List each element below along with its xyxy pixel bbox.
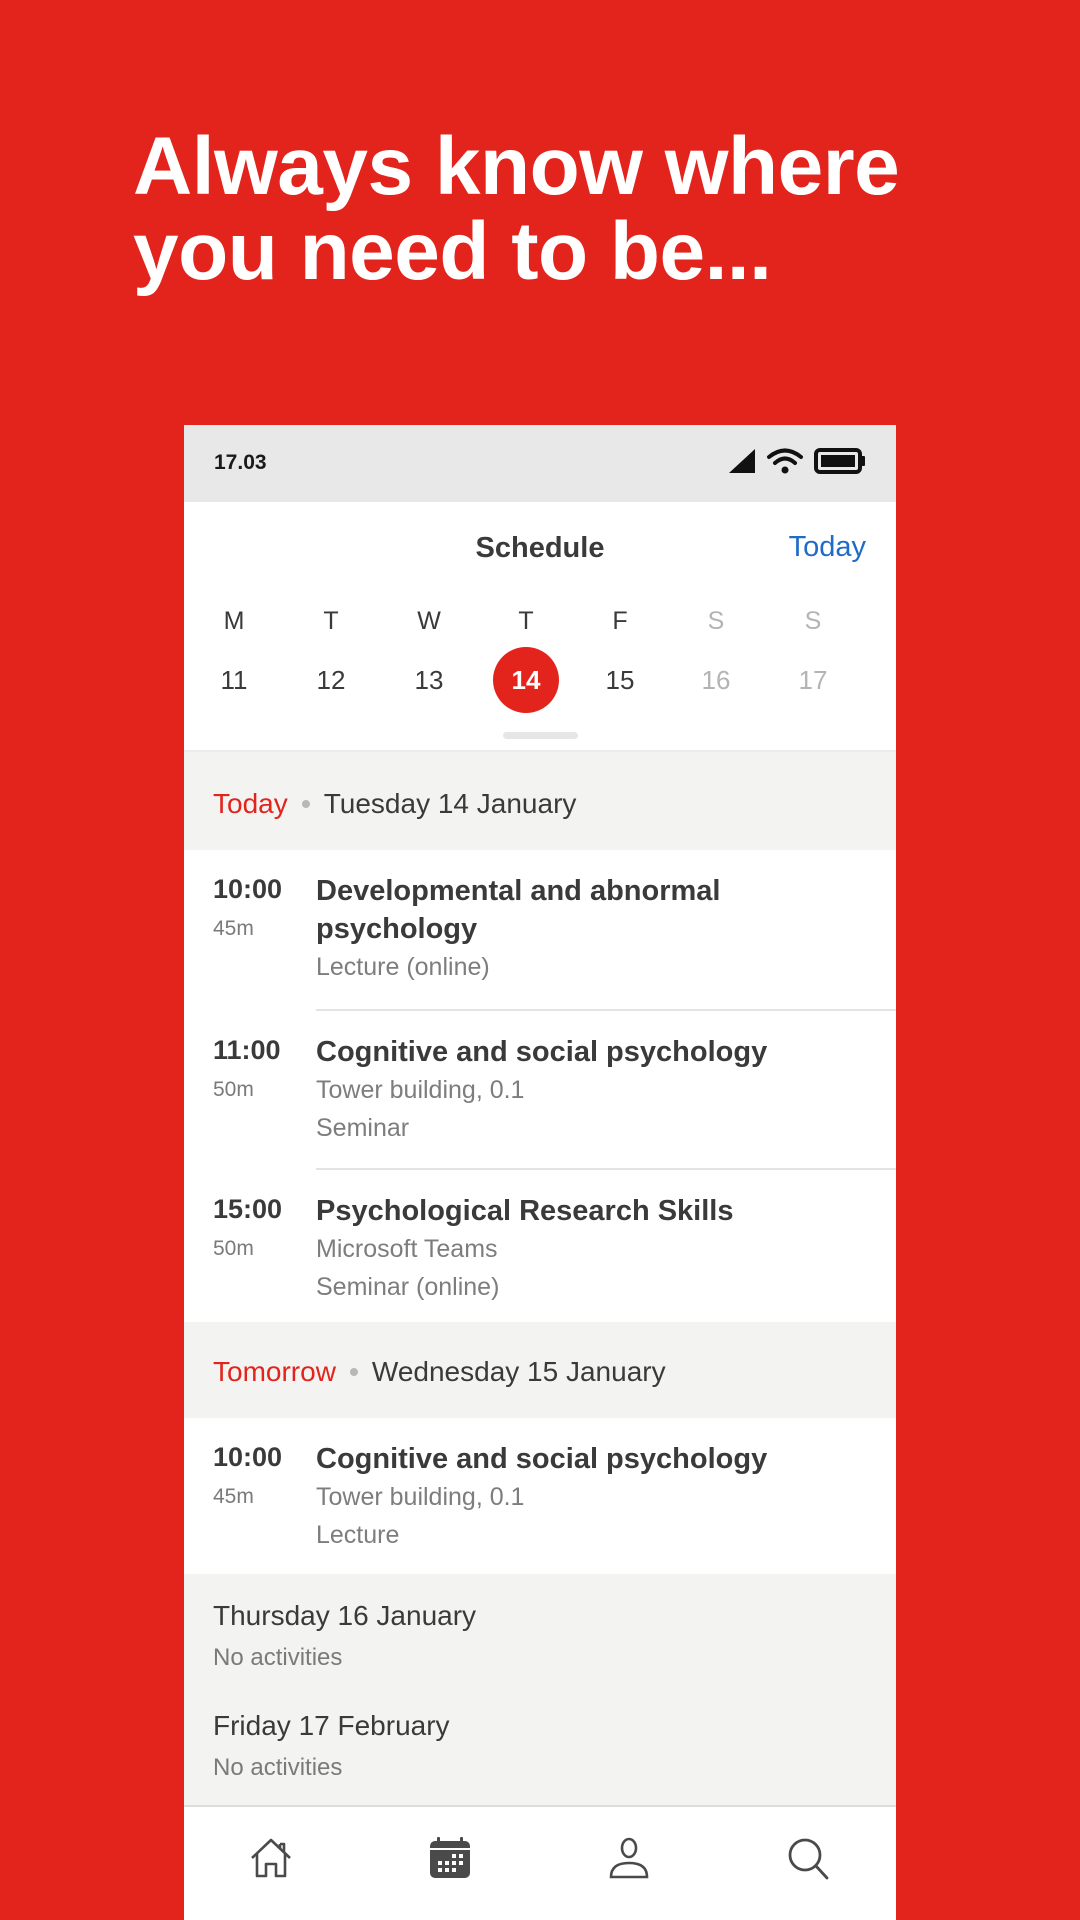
search-icon	[786, 1836, 830, 1885]
event-time: 15:00	[213, 1194, 283, 1224]
event-item[interactable]: 10:00 45m Cognitive and social psychology T…	[184, 1418, 896, 1574]
nav-schedule-button[interactable]	[425, 1835, 475, 1885]
event-title: Developmental and abnormal psychology	[316, 875, 721, 945]
today-events: 10:00 45m Developmental and abnormal psych…	[184, 850, 896, 1322]
promo-headline: Always know where you need to be...	[133, 124, 1033, 294]
tomorrow-events: 10:00 45m Cognitive and social psychology T…	[184, 1418, 896, 1574]
weekday-letter: T	[518, 607, 534, 635]
event-item[interactable]: 15:00 50m Psychological Research Skills Mic…	[184, 1170, 896, 1322]
event-time: 11:00	[213, 1035, 281, 1065]
event-time: 10:00	[213, 874, 283, 904]
empty-day-date: Thursday 16 January	[213, 1600, 477, 1631]
event-detail-line: Seminar	[316, 1114, 410, 1142]
today-button[interactable]: Today	[789, 531, 866, 564]
event-details: Cognitive and social psychology Tower bui…	[316, 1418, 896, 1554]
person-icon	[607, 1836, 651, 1885]
event-title: Cognitive and social psychology	[316, 1036, 768, 1068]
separator-dot	[349, 1367, 358, 1376]
weekday-letter: M	[223, 607, 245, 635]
nav-search-button[interactable]	[783, 1835, 833, 1885]
event-detail-line: Tower building, 0.1	[316, 1483, 525, 1511]
event-details: Psychological Research Skills Microsoft T…	[316, 1170, 896, 1306]
status-bar: 17.03	[184, 425, 896, 502]
weekday-letter: S	[707, 607, 725, 635]
separator-dot	[301, 799, 310, 808]
empty-day-date: Friday 17 February	[213, 1710, 450, 1741]
promo-headline-line-2: you need to be...	[133, 206, 772, 297]
event-detail-line: Tower building, 0.1	[316, 1076, 525, 1104]
event-title: Cognitive and social psychology	[316, 1443, 768, 1475]
day-date-label: Wednesday 15 January	[371, 1356, 666, 1387]
event-detail-line: Microsoft Teams	[316, 1235, 498, 1263]
empty-day[interactable]: Thursday 16 January No activities	[213, 1600, 476, 1672]
event-details: Developmental and abnormal psychology Lec…	[316, 850, 896, 986]
event-duration: 50m	[213, 1078, 254, 1101]
event-time: 10:00	[213, 1442, 283, 1472]
weekday-letter: F	[612, 607, 628, 635]
day-number[interactable]: 17	[780, 647, 846, 713]
status-time: 17.03	[214, 451, 267, 474]
event-detail-line: Lecture (online)	[316, 953, 490, 981]
nav-home-button[interactable]	[246, 1835, 296, 1885]
calendar-icon	[428, 1836, 472, 1885]
day-number[interactable]: 12	[298, 647, 364, 713]
empty-day-note: No activities	[213, 1754, 343, 1781]
event-item[interactable]: 11:00 50m Cognitive and social psychology T…	[184, 1011, 896, 1170]
event-duration: 45m	[213, 917, 254, 940]
event-detail-line: Seminar (online)	[316, 1273, 500, 1301]
weekday-letter: S	[804, 607, 822, 635]
day-number[interactable]: 16	[683, 647, 749, 713]
event-item[interactable]: 10:00 45m Developmental and abnormal psych…	[184, 850, 896, 1011]
day-header-tomorrow: Tomorrow Wednesday 15 January	[184, 1322, 896, 1418]
relative-day-label: Today	[213, 788, 288, 819]
day-number[interactable]: 11	[201, 647, 267, 713]
upcoming-empty-days: Thursday 16 January No activities Friday…	[184, 1574, 896, 1806]
relative-day-label: Tomorrow	[213, 1356, 336, 1387]
event-duration: 50m	[213, 1237, 254, 1260]
agenda-list: Today Tuesday 14 January 10:00 45m Developm…	[184, 752, 896, 1806]
home-icon	[249, 1836, 293, 1885]
event-details: Cognitive and social psychology Tower bui…	[316, 1011, 896, 1147]
nav-profile-button[interactable]	[604, 1835, 654, 1885]
bottom-nav	[184, 1805, 896, 1920]
weekday-letter: W	[417, 607, 441, 635]
empty-day-note: No activities	[213, 1644, 343, 1671]
event-duration: 45m	[213, 1485, 254, 1508]
cell-signal-icon	[728, 448, 756, 474]
day-date-label: Tuesday 14 January	[323, 788, 577, 819]
empty-day[interactable]: Friday 17 February No activities	[213, 1710, 450, 1782]
weekday-letter: T	[323, 607, 339, 635]
phone-screen: 17.03 Schedule Today M 11 T 12 W 13 T 14…	[184, 425, 896, 1920]
day-number[interactable]: 15	[587, 647, 653, 713]
promo-headline-line-1: Always know where	[133, 121, 900, 212]
selected-day-number[interactable]: 14	[493, 647, 559, 713]
week-strip-drag-handle[interactable]	[503, 732, 578, 739]
event-detail-line: Lecture	[316, 1521, 400, 1549]
event-title: Psychological Research Skills	[316, 1195, 734, 1227]
day-header-today: Today Tuesday 14 January	[184, 752, 896, 850]
day-number[interactable]: 13	[396, 647, 462, 713]
status-icons	[728, 447, 866, 475]
battery-icon	[814, 448, 866, 474]
wifi-icon	[766, 447, 804, 475]
